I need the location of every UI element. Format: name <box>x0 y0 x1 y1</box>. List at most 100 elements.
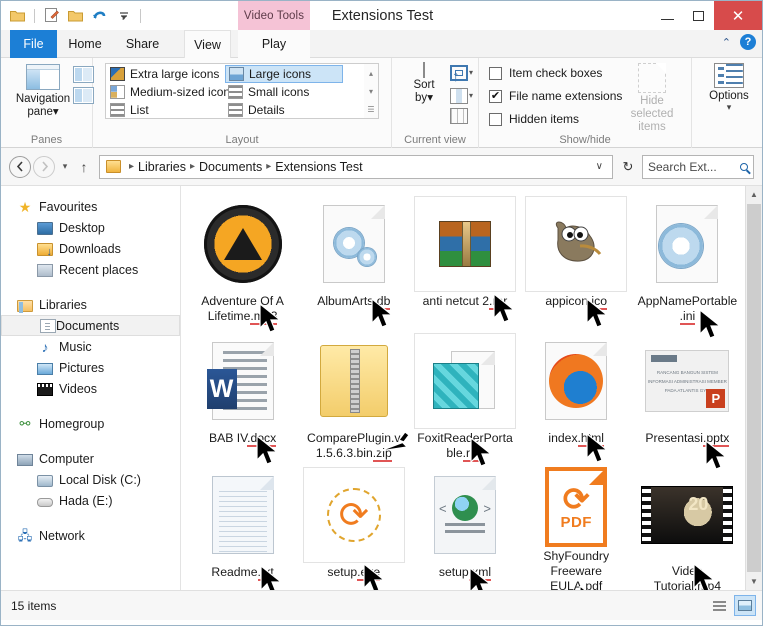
layout-option-list[interactable]: List <box>107 101 225 119</box>
file-item[interactable]: ⟳ setup.exe <box>298 461 409 590</box>
breadcrumb-extensions-test[interactable]: Extensions Test <box>275 160 362 174</box>
scrollbar-thumb[interactable] <box>747 204 761 572</box>
file-thumbnail: 20 <box>636 467 738 562</box>
open-folder-icon[interactable] <box>65 5 86 26</box>
layout-option-details[interactable]: Details <box>225 101 343 119</box>
item-check-boxes-checkbox[interactable] <box>489 66 502 80</box>
options-button[interactable]: Options ▾ <box>706 63 752 113</box>
sidebar-label-libraries: Libraries <box>39 297 87 312</box>
large-icons-view-button[interactable] <box>734 595 756 616</box>
up-button[interactable]: ↑ <box>75 156 93 178</box>
checkbox-file-name-extensions[interactable]: ✔ File name extensions <box>489 89 622 103</box>
properties-icon[interactable] <box>41 5 62 26</box>
sort-by-button[interactable]: ↕ Sort by▾ <box>400 62 460 105</box>
refresh-button[interactable]: ↻ <box>617 156 639 178</box>
homegroup-icon: ⚯ <box>19 415 31 431</box>
minimize-button[interactable] <box>652 1 683 30</box>
new-folder-icon[interactable] <box>7 5 28 26</box>
collapse-ribbon-caret-icon[interactable]: ⌃ <box>722 36 731 49</box>
file-item[interactable]: FoxitReaderPortable.reg <box>409 327 520 462</box>
file-item[interactable]: W BAB IV.docx <box>187 327 298 461</box>
file-extension: .exe <box>357 565 381 581</box>
file-item[interactable]: index.html <box>521 327 632 461</box>
main-area: ★ Favourites Desktop Downloads Recent pl… <box>1 186 762 590</box>
file-item[interactable]: RANCANG BANGUN SISTEM INFORMASI ADMINIST… <box>632 327 743 461</box>
details-pane-icon[interactable] <box>73 87 94 104</box>
layout-scroll-down-icon[interactable]: ▾ <box>369 87 373 96</box>
file-item[interactable]: ⟳ PDF ShyFoundry Freeware EULA.pdf <box>521 461 632 590</box>
close-button[interactable]: ✕ <box>714 1 762 30</box>
file-item[interactable]: Adventure Of A Lifetime.mp3 <box>187 190 298 327</box>
layout-gallery-scrollbar[interactable]: ▴ ▾ ☰ <box>364 63 379 119</box>
sidebar-item-recent-places[interactable]: Recent places <box>1 259 180 280</box>
file-item[interactable]: 20 Video Tutorial.mp4 <box>632 461 743 590</box>
size-columns-caret-icon[interactable]: ▾ <box>469 91 473 100</box>
file-extension: .mp4 <box>693 579 722 590</box>
options-caret-icon[interactable]: ▾ <box>727 102 732 113</box>
tab-view[interactable]: View <box>184 30 231 58</box>
sidebar-item-music[interactable]: ♪ Music <box>1 336 180 357</box>
sidebar-item-pictures[interactable]: Pictures <box>1 357 180 378</box>
back-button[interactable] <box>9 155 31 178</box>
layout-option-small-icons[interactable]: Small icons <box>225 83 343 101</box>
file-item[interactable]: AlbumArts.db <box>298 190 409 327</box>
file-item[interactable]: Readme.txt <box>187 461 298 590</box>
vertical-scrollbar[interactable]: ▲ ▼ <box>745 186 762 590</box>
sidebar-item-homegroup[interactable]: ⚯ Homegroup <box>1 413 180 434</box>
navigation-pane-button[interactable]: Navigation pane▾ <box>15 64 71 119</box>
search-input[interactable]: Search Ext... <box>642 154 754 179</box>
hidden-items-checkbox[interactable] <box>489 112 502 126</box>
file-item[interactable]: < > setup.xml <box>409 461 520 590</box>
sidebar-item-desktop[interactable]: Desktop <box>1 217 180 238</box>
layout-gallery-more-icon[interactable]: ☰ <box>367 105 374 114</box>
recent-locations-caret-icon[interactable]: ▾ <box>57 156 73 178</box>
sidebar-item-local-disk-c[interactable]: Local Disk (C:) <box>1 469 180 490</box>
sidebar-item-favourites[interactable]: ★ Favourites <box>1 196 180 217</box>
file-item[interactable]: anti netcut 2.rar <box>409 190 520 327</box>
sidebar-item-hada-e[interactable]: Hada (E:) <box>1 490 180 511</box>
file-basename: anti netcut 2 <box>422 294 490 308</box>
forward-button[interactable] <box>33 155 55 178</box>
powerpoint-thumbnail-icon: RANCANG BANGUN SISTEM INFORMASI ADMINIST… <box>645 350 730 412</box>
navigation-pane-caret-icon[interactable]: ▾ <box>53 106 59 118</box>
tab-share[interactable]: Share <box>113 30 172 58</box>
layout-option-medium-icons[interactable]: Medium-sized icons <box>107 83 236 101</box>
sidebar-item-videos[interactable]: Videos <box>1 378 180 399</box>
tab-play[interactable]: Play <box>238 30 310 58</box>
sidebar-item-downloads[interactable]: Downloads <box>1 238 180 259</box>
add-columns-icon[interactable] <box>450 65 468 81</box>
sidebar-item-libraries[interactable]: Libraries <box>1 294 180 315</box>
breadcrumb-libraries[interactable]: Libraries <box>138 160 186 174</box>
file-name-extensions-checkbox[interactable]: ✔ <box>489 89 502 103</box>
sort-by-caret-icon[interactable]: ▾ <box>427 92 433 104</box>
layout-option-large-icons[interactable]: Large icons <box>225 65 343 83</box>
tab-home[interactable]: Home <box>57 30 113 58</box>
file-item[interactable]: ComparePlugin.v1.5.6.3.bin.zip <box>298 327 409 462</box>
breadcrumb-dropdown-caret-icon[interactable]: ∨ <box>591 161 608 172</box>
maximize-button[interactable] <box>683 1 714 30</box>
breadcrumb-bar[interactable]: ▸ Libraries ▸ Documents ▸ Extensions Tes… <box>99 154 613 179</box>
breadcrumb-documents[interactable]: Documents <box>199 160 262 174</box>
size-all-columns-icon[interactable] <box>450 88 468 104</box>
checkbox-item-check-boxes[interactable]: Item check boxes <box>489 66 602 80</box>
video-thumbnail-text: 20 <box>688 493 709 514</box>
add-columns-caret-icon[interactable]: ▾ <box>469 68 473 77</box>
scroll-down-button[interactable]: ▼ <box>746 573 762 590</box>
layout-scroll-up-icon[interactable]: ▴ <box>369 69 373 78</box>
fit-column-width-icon[interactable] <box>450 108 468 124</box>
preview-pane-icon[interactable] <box>73 66 94 83</box>
sidebar-item-computer[interactable]: Computer <box>1 448 180 469</box>
undo-icon[interactable] <box>89 5 110 26</box>
item-count-label: 15 items <box>11 598 57 613</box>
help-icon[interactable]: ? <box>740 34 756 50</box>
layout-option-extra-large-icons[interactable]: Extra large icons <box>107 65 225 83</box>
tab-file[interactable]: File <box>10 30 57 58</box>
file-item[interactable]: appicon.ico <box>521 190 632 327</box>
scroll-up-button[interactable]: ▲ <box>746 186 762 203</box>
checkbox-hidden-items[interactable]: Hidden items <box>489 112 579 126</box>
sidebar-item-network[interactable]: 🖧 Network <box>1 525 180 546</box>
sidebar-item-documents[interactable]: Documents <box>1 315 180 336</box>
file-item[interactable]: AppNamePortable.ini <box>632 190 743 327</box>
details-view-button[interactable] <box>708 595 730 616</box>
customize-qat-caret-icon[interactable] <box>113 5 134 26</box>
